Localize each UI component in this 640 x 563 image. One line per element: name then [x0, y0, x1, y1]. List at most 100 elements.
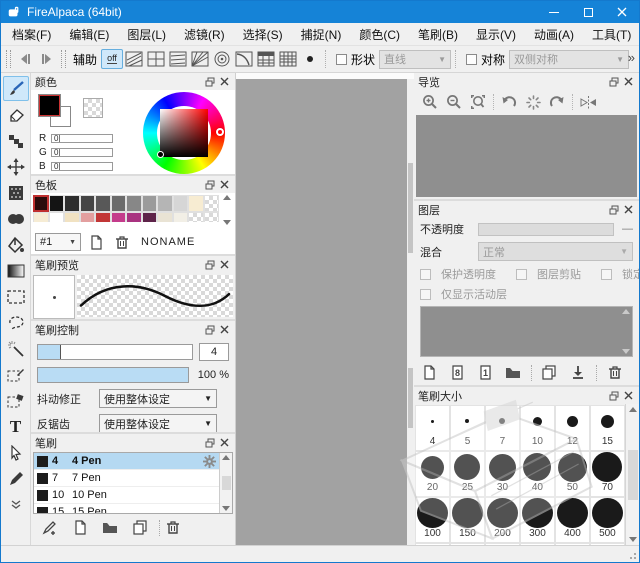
- brush-list-header[interactable]: 笔刷: [31, 434, 235, 451]
- palette-swatch[interactable]: [111, 212, 127, 222]
- tool-select-rect[interactable]: [3, 284, 29, 309]
- zoom-fit-button[interactable]: [466, 92, 490, 112]
- nav-prev-button[interactable]: [14, 49, 36, 69]
- layer-list[interactable]: [420, 306, 633, 357]
- brush-size-cell[interactable]: 200: [485, 497, 520, 543]
- delete-brush-button[interactable]: [162, 519, 184, 537]
- flip-horizontal-button[interactable]: [576, 92, 600, 112]
- palette-delete-button[interactable]: [111, 233, 133, 251]
- palette-swatch[interactable]: [95, 212, 111, 222]
- show-active-only-checkbox[interactable]: [420, 289, 431, 300]
- close-button[interactable]: [605, 1, 639, 23]
- palette-swatch[interactable]: [173, 195, 189, 212]
- tool-eraser[interactable]: [3, 102, 29, 127]
- palette-swatch[interactable]: [204, 212, 220, 222]
- navigator-header[interactable]: 导览: [414, 73, 639, 90]
- assist-curve-button[interactable]: [233, 49, 255, 69]
- tool-blend[interactable]: [3, 206, 29, 231]
- tool-select-eraser[interactable]: [3, 388, 29, 413]
- palette-swatch[interactable]: [64, 212, 80, 222]
- brush-size-cell[interactable]: 30: [485, 451, 520, 497]
- tool-halftone[interactable]: [3, 180, 29, 205]
- tool-brush[interactable]: [3, 76, 29, 101]
- scroll-segment[interactable]: [408, 368, 413, 428]
- palette-swatch[interactable]: [188, 195, 204, 212]
- palette-swatch[interactable]: [33, 212, 49, 222]
- tool-more[interactable]: [3, 492, 29, 517]
- close-panel-icon[interactable]: [218, 323, 231, 336]
- r-slider[interactable]: 0: [51, 134, 113, 143]
- close-panel-icon[interactable]: [218, 75, 231, 88]
- brush-list-item[interactable]: 77 Pen: [34, 470, 219, 487]
- palette-swatch[interactable]: [126, 195, 142, 212]
- float-panel-icon[interactable]: [203, 323, 216, 336]
- palette-set-dropdown[interactable]: #1▼: [35, 233, 81, 251]
- menu-item-select[interactable]: 选择(S): [234, 23, 292, 46]
- assist-concentric-button[interactable]: [211, 49, 233, 69]
- palette-swatch[interactable]: [157, 195, 173, 212]
- brush-size-cell[interactable]: 40: [520, 451, 555, 497]
- transparent-color-swatch[interactable]: [83, 98, 103, 118]
- palette-swatch[interactable]: [142, 212, 158, 222]
- brush-size-cell[interactable]: 10: [520, 405, 555, 451]
- brush-size-cell[interactable]: 50: [555, 451, 590, 497]
- assist-horizontal-button[interactable]: [167, 49, 189, 69]
- palette-swatch[interactable]: [142, 195, 158, 212]
- canvas-scrollbar[interactable]: [407, 79, 414, 545]
- fg-bg-swatches[interactable]: [39, 95, 73, 129]
- palette-swatch[interactable]: [80, 195, 96, 212]
- brush-size-scrollbar[interactable]: [625, 404, 639, 545]
- toolbar-overflow-button[interactable]: »: [628, 50, 635, 65]
- menu-item-view[interactable]: 显示(V): [467, 23, 525, 46]
- float-panel-icon[interactable]: [607, 389, 620, 402]
- gear-icon[interactable]: [203, 455, 216, 471]
- brush-size-cell[interactable]: 12: [555, 405, 590, 451]
- rotate-ccw-button[interactable]: [497, 92, 521, 112]
- new-brush-button[interactable]: [69, 519, 91, 537]
- assist-vanishing-button[interactable]: [189, 49, 211, 69]
- b-slider[interactable]: 0: [51, 162, 113, 171]
- menu-item-tool[interactable]: 工具(T): [583, 23, 640, 46]
- zoom-in-button[interactable]: [418, 92, 442, 112]
- duplicate-brush-button[interactable]: [129, 519, 151, 537]
- brush-size-slider[interactable]: [37, 344, 193, 360]
- menu-item-layer[interactable]: 图层(L): [118, 23, 175, 46]
- brush-size-header[interactable]: 笔刷大小: [414, 387, 639, 404]
- new-layer-button[interactable]: [420, 364, 439, 382]
- brush-size-cell[interactable]: 100: [415, 497, 450, 543]
- shape-dropdown[interactable]: 直线▼: [379, 50, 451, 69]
- palette-panel-header[interactable]: 色板: [31, 176, 235, 193]
- color-wheel[interactable]: [143, 92, 225, 174]
- palette-swatch[interactable]: [33, 195, 49, 212]
- scroll-up-icon[interactable]: [622, 309, 630, 314]
- maximize-button[interactable]: [571, 1, 605, 23]
- float-panel-icon[interactable]: [607, 75, 620, 88]
- scroll-down-icon[interactable]: [222, 506, 230, 511]
- scroll-down-icon[interactable]: [622, 349, 630, 354]
- tool-dot[interactable]: [3, 128, 29, 153]
- palette-swatch[interactable]: [126, 212, 142, 222]
- assist-off-button[interactable]: off: [101, 49, 123, 69]
- palette-name[interactable]: NONAME: [141, 236, 195, 248]
- menu-item-edit[interactable]: 编辑(E): [60, 23, 118, 46]
- layers-header[interactable]: 图层: [414, 201, 639, 218]
- close-panel-icon[interactable]: [622, 203, 635, 216]
- brush-size-cell[interactable]: 500: [590, 497, 625, 543]
- layer-folder-button[interactable]: [504, 364, 523, 382]
- reset-rotation-button[interactable]: [521, 92, 545, 112]
- scroll-up-icon[interactable]: [629, 407, 637, 412]
- canvas[interactable]: [236, 79, 407, 545]
- float-panel-icon[interactable]: [203, 178, 216, 191]
- assist-grid-button[interactable]: [277, 49, 299, 69]
- tool-text[interactable]: T: [3, 414, 29, 439]
- float-panel-icon[interactable]: [203, 75, 216, 88]
- toolbar-drag-handle-2[interactable]: [61, 50, 66, 68]
- menu-item-filter[interactable]: 滤镜(R): [175, 23, 234, 46]
- brush-size-cell[interactable]: 4: [415, 405, 450, 451]
- scroll-down-icon[interactable]: [223, 220, 231, 225]
- minimize-button[interactable]: [537, 1, 571, 23]
- brush-size-cell[interactable]: 150: [450, 497, 485, 543]
- add-brush-button[interactable]: [39, 519, 61, 537]
- duplicate-layer-button[interactable]: [540, 364, 559, 382]
- color-panel-header[interactable]: 颜色: [31, 73, 235, 90]
